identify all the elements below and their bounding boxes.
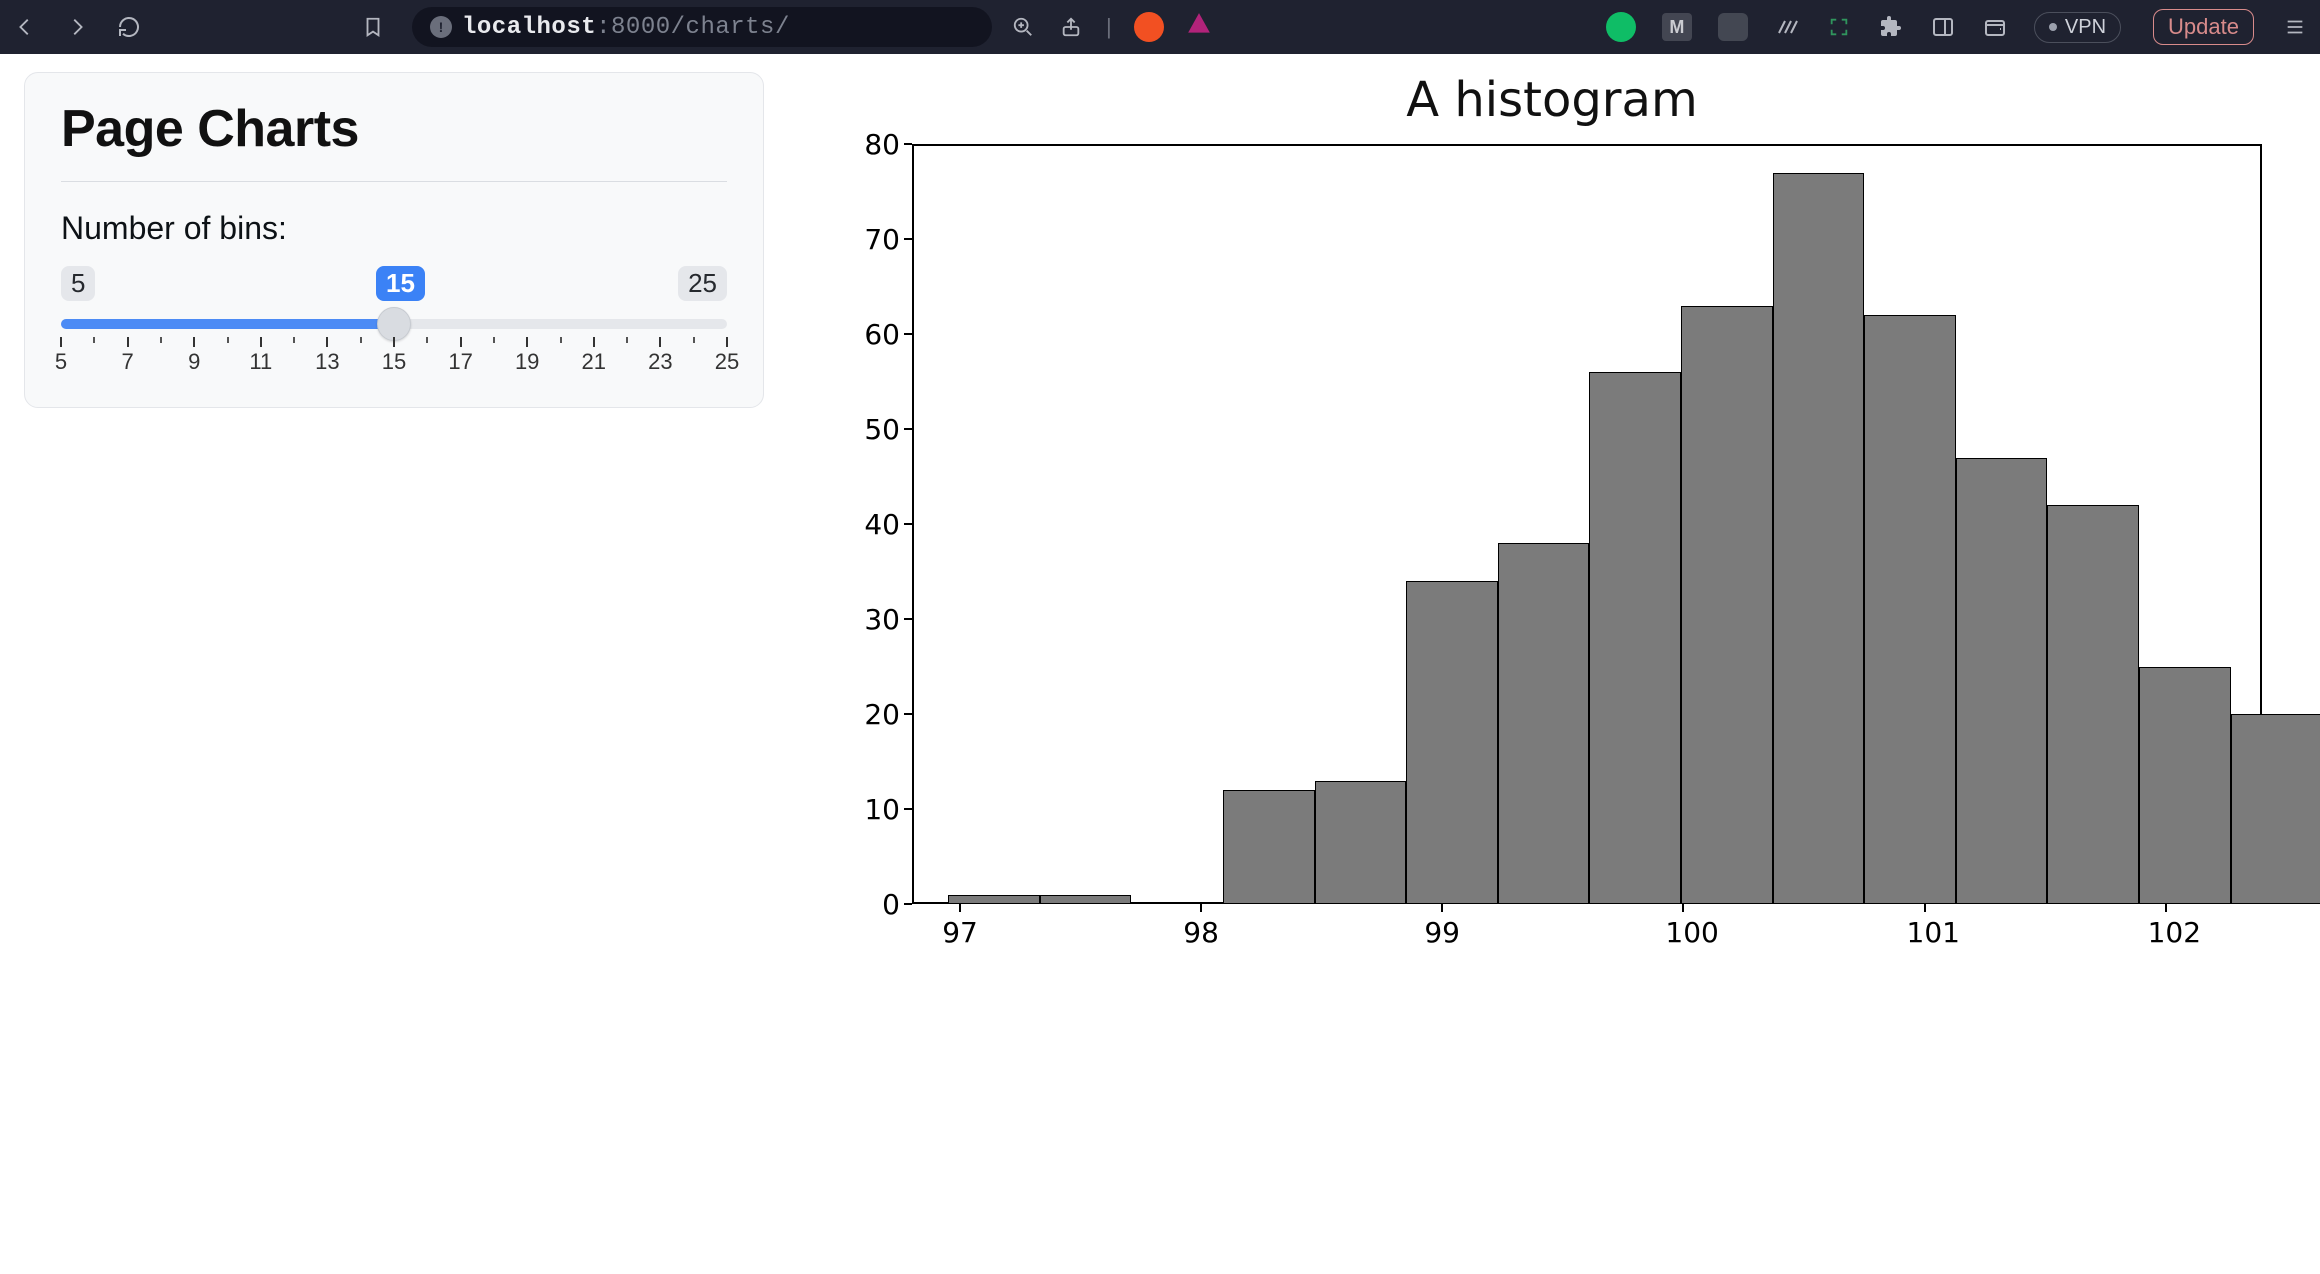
bookmark-icon[interactable] <box>360 14 386 40</box>
fullscreen-icon[interactable] <box>1826 14 1852 40</box>
nav-back-icon[interactable] <box>12 14 38 40</box>
vpn-pill[interactable]: VPN <box>2034 12 2121 43</box>
histogram-bar <box>1773 173 1865 905</box>
histogram-bar <box>1498 543 1590 904</box>
reload-icon[interactable] <box>116 14 142 40</box>
url-text: localhost:8000/charts/ <box>462 14 790 41</box>
histogram-bar <box>2139 667 2231 905</box>
sidepanel-icon[interactable] <box>1930 14 1956 40</box>
histogram-bar <box>1223 790 1315 904</box>
slider-ticks: 5791113151719212325 <box>61 337 727 371</box>
page-title: Page Charts <box>61 99 727 159</box>
histogram-bar <box>2047 505 2139 904</box>
histogram-bar <box>1589 372 1681 904</box>
ext-icon-1[interactable] <box>1774 14 1800 40</box>
controls-card: Page Charts Number of bins: 5 15 25 5791… <box>24 72 764 408</box>
share-icon[interactable] <box>1058 14 1084 40</box>
chart-title: A histogram <box>1406 72 1697 128</box>
brave-rewards-icon[interactable] <box>1186 11 1212 43</box>
divider <box>61 181 727 182</box>
slider-max-badge: 25 <box>678 266 727 301</box>
browser-toolbar: ! localhost:8000/charts/ | M VPN Update <box>0 0 2320 54</box>
histogram-bar <box>1040 895 1132 905</box>
wallet-icon[interactable] <box>1982 14 2008 40</box>
nav-forward-icon[interactable] <box>64 14 90 40</box>
update-button[interactable]: Update <box>2153 9 2254 45</box>
address-bar[interactable]: ! localhost:8000/charts/ <box>412 7 992 47</box>
histogram-bar <box>1681 306 1773 905</box>
slider-value-badge: 15 <box>376 266 425 301</box>
histogram-bar <box>1406 581 1498 904</box>
bins-slider[interactable] <box>61 313 727 335</box>
histogram-plot: 01020304050607080979899100101102 <box>832 134 2272 964</box>
zoom-icon[interactable] <box>1010 14 1036 40</box>
grammarly-icon[interactable] <box>1606 12 1636 42</box>
brave-shield-icon[interactable] <box>1134 12 1164 42</box>
histogram-bar <box>948 895 1040 905</box>
histogram-bar <box>2231 714 2320 904</box>
menu-icon[interactable] <box>2282 14 2308 40</box>
slider-label: Number of bins: <box>61 210 727 247</box>
site-info-icon[interactable]: ! <box>430 16 452 38</box>
chart-panel: A histogram 0102030405060708097989910010… <box>794 72 2310 964</box>
extensions-puzzle-icon[interactable] <box>1878 14 1904 40</box>
camera-ext-icon[interactable] <box>1718 13 1748 41</box>
extensions-row: M VPN Update <box>1606 9 2308 45</box>
histogram-bar <box>1864 315 1956 904</box>
slider-min-badge: 5 <box>61 266 95 301</box>
gmail-icon[interactable]: M <box>1662 13 1692 41</box>
histogram-bar <box>1956 458 2048 905</box>
histogram-bar <box>1315 781 1407 905</box>
